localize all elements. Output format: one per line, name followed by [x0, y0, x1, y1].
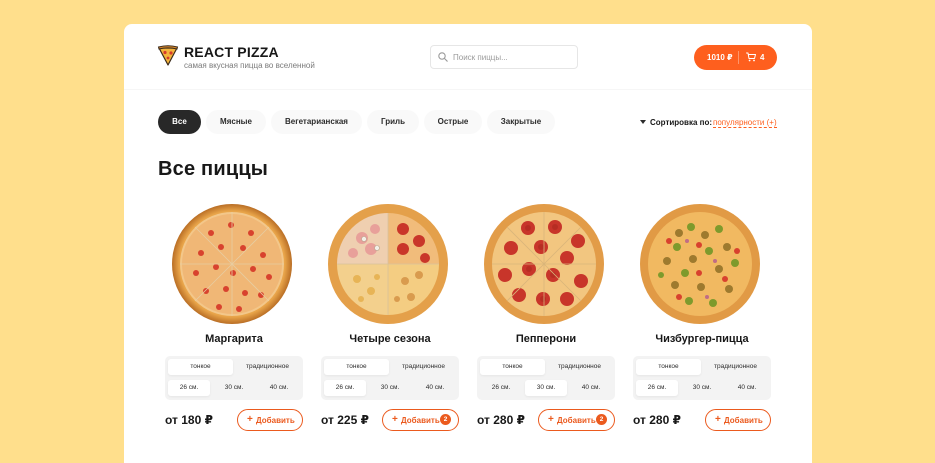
category-meat[interactable]: Мясные	[206, 110, 266, 134]
triangle-down-icon	[640, 120, 646, 124]
content-wrapper: REACT PIZZA самая вкусная пицца во вселе…	[124, 24, 812, 463]
add-button-label: Добавить	[401, 416, 440, 425]
size-option-40[interactable]: 40 см.	[726, 380, 768, 396]
plus-icon: +	[392, 414, 398, 425]
page-title: Все пиццы	[158, 158, 269, 180]
pizza-card: Чизбургер-пицца тонкое традиционное 26 с…	[633, 201, 771, 441]
search-icon	[438, 52, 448, 62]
sort-value[interactable]: популярности (+)	[713, 118, 777, 128]
pizza-price: от 280 ₽	[477, 413, 525, 427]
dough-option-thin[interactable]: тонкое	[480, 359, 545, 375]
add-button-label: Добавить	[557, 416, 596, 425]
pizza-card: Пепперони тонкое традиционное 26 см. 30 …	[477, 201, 615, 441]
size-option-30[interactable]: 30 см.	[681, 380, 723, 396]
dough-option-traditional[interactable]: традиционное	[391, 359, 456, 375]
pizza-name: Пепперони	[515, 333, 577, 345]
pizza-options: тонкое традиционное 26 см. 30 см. 40 см.	[477, 356, 615, 400]
pizza-image-four-seasons	[328, 204, 448, 324]
add-to-cart-button[interactable]: + Добавить 2	[538, 409, 615, 431]
dough-option-thin[interactable]: тонкое	[636, 359, 701, 375]
size-option-40[interactable]: 40 см.	[570, 380, 612, 396]
cart-divider	[738, 51, 739, 64]
brand-subtitle: самая вкусная пицца во вселенной	[184, 61, 315, 70]
pizza-options: тонкое традиционное 26 см. 30 см. 40 см.	[165, 356, 303, 400]
pizza-image-cheeseburger	[640, 204, 760, 324]
pizza-price: от 280 ₽	[633, 413, 681, 427]
pizza-name: Маргарита	[205, 333, 263, 345]
pizza-price: от 180 ₽	[165, 413, 213, 427]
search-input[interactable]	[453, 46, 573, 68]
brand-title: REACT PIZZA	[184, 44, 279, 60]
size-option-40[interactable]: 40 см.	[414, 380, 456, 396]
category-vegetarian[interactable]: Вегетарианская	[271, 110, 362, 134]
add-to-cart-button[interactable]: + Добавить 2	[382, 409, 459, 431]
cart-button[interactable]: 1010 ₽ 4	[694, 45, 777, 70]
dough-option-traditional[interactable]: традиционное	[235, 359, 300, 375]
add-button-label: Добавить	[256, 416, 295, 425]
size-option-26[interactable]: 26 см.	[324, 380, 366, 396]
pizza-price: от 225 ₽	[321, 413, 369, 427]
pizza-name: Четыре сезона	[349, 333, 431, 345]
size-option-26[interactable]: 26 см.	[168, 380, 210, 396]
pizza-slice-icon[interactable]	[157, 44, 179, 66]
cart-quantity-badge: 2	[596, 414, 607, 425]
add-to-cart-button[interactable]: + Добавить	[237, 409, 303, 431]
plus-icon: +	[548, 414, 554, 425]
pizza-options: тонкое традиционное 26 см. 30 см. 40 см.	[321, 356, 459, 400]
search-box	[430, 45, 578, 69]
size-option-26[interactable]: 26 см.	[480, 380, 522, 396]
pizza-image-margherita	[172, 204, 292, 324]
plus-icon: +	[247, 414, 253, 425]
plus-icon: +	[715, 414, 721, 425]
cart-item-count: 4	[760, 53, 765, 62]
size-option-30[interactable]: 30 см.	[525, 380, 567, 396]
dough-option-thin[interactable]: тонкое	[168, 359, 233, 375]
dough-option-thin[interactable]: тонкое	[324, 359, 389, 375]
dough-option-traditional[interactable]: традиционное	[547, 359, 612, 375]
cart-icon	[746, 52, 756, 62]
size-option-30[interactable]: 30 см.	[369, 380, 411, 396]
size-option-40[interactable]: 40 см.	[258, 380, 300, 396]
dough-option-traditional[interactable]: традиционное	[703, 359, 768, 375]
size-option-26[interactable]: 26 см.	[636, 380, 678, 396]
header: REACT PIZZA самая вкусная пицца во вселе…	[124, 24, 812, 90]
pizza-options: тонкое традиционное 26 см. 30 см. 40 см.	[633, 356, 771, 400]
size-option-30[interactable]: 30 см.	[213, 380, 255, 396]
pizza-name: Чизбургер-пицца	[655, 333, 749, 345]
sort-label: Сортировка по:	[650, 118, 713, 127]
pizza-image-pepperoni	[484, 204, 604, 324]
pizza-card: Четыре сезона тонкое традиционное 26 см.…	[321, 201, 459, 441]
category-grill[interactable]: Гриль	[367, 110, 419, 134]
pizza-card: Маргарита тонкое традиционное 26 см. 30 …	[165, 201, 303, 441]
add-to-cart-button[interactable]: + Добавить	[705, 409, 771, 431]
category-closed[interactable]: Закрытые	[487, 110, 555, 134]
cart-quantity-badge: 2	[440, 414, 451, 425]
category-spicy[interactable]: Острые	[424, 110, 482, 134]
add-button-label: Добавить	[724, 416, 763, 425]
category-all[interactable]: Все	[158, 110, 201, 134]
cart-total-price: 1010 ₽	[707, 53, 733, 62]
